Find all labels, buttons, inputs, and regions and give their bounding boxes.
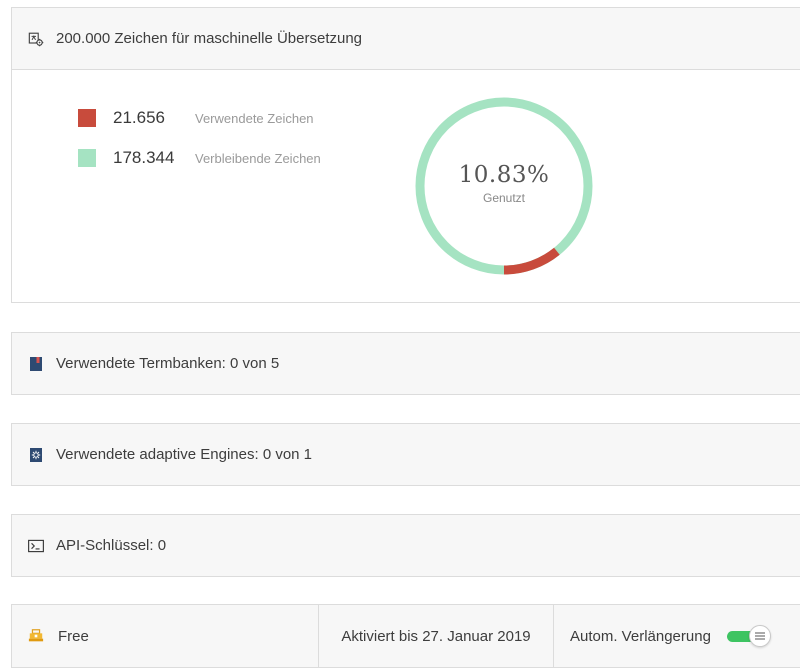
adaptive-engines-card[interactable]: Verwendete adaptive Engines: 0 von 1	[11, 423, 800, 486]
auto-renewal-toggle[interactable]	[726, 625, 771, 647]
api-keys-title: API-Schlüssel: 0	[56, 537, 167, 554]
used-characters-value: 21.656	[113, 108, 165, 127]
plan-card: Free Aktiviert bis 27. Januar 2019 Autom…	[11, 604, 800, 668]
api-keys-header[interactable]: API-Schlüssel: 0	[12, 515, 800, 576]
book-icon	[28, 356, 44, 372]
character-usage-card: 200.000 Zeichen für maschinelle Übersetz…	[11, 7, 800, 303]
remaining-characters-value: 178.344	[113, 148, 175, 167]
character-usage-header: 200.000 Zeichen für maschinelle Übersetz…	[12, 8, 800, 70]
usage-legend: 21.656 Verwendete Zeichen 178.344 Verble…	[78, 108, 321, 188]
adaptive-engines-title: Verwendete adaptive Engines: 0 von 1	[56, 446, 313, 463]
plan-package-icon	[28, 628, 44, 644]
termbanks-title: Verwendete Termbanken: 0 von 5	[56, 355, 280, 372]
character-usage-title: 200.000 Zeichen für maschinelle Übersetz…	[56, 30, 363, 47]
toggle-knob-icon	[748, 625, 771, 647]
usage-percent-caption: Genutzt	[482, 190, 526, 205]
plan-name: Free	[58, 627, 89, 645]
adaptive-engines-header[interactable]: Verwendete adaptive Engines: 0 von 1	[12, 424, 800, 485]
engine-icon	[28, 447, 44, 463]
termbanks-header[interactable]: Verwendete Termbanken: 0 von 5	[12, 333, 800, 394]
remaining-characters-label: Verbleibende Zeichen	[195, 150, 321, 166]
used-color-swatch	[78, 109, 96, 127]
termbanks-card[interactable]: Verwendete Termbanken: 0 von 5	[11, 332, 800, 395]
plan-active-until-cell: Aktiviert bis 27. Januar 2019	[319, 605, 554, 667]
donut-center: 10.83% Genutzt	[414, 96, 594, 276]
legend-used-row: 21.656 Verwendete Zeichen	[78, 108, 321, 128]
translate-gear-icon	[28, 31, 44, 47]
plan-active-until: Aktiviert bis 27. Januar 2019	[341, 627, 531, 645]
api-keys-card[interactable]: API-Schlüssel: 0	[11, 514, 800, 577]
legend-remaining-row: 178.344 Verbleibende Zeichen	[78, 148, 321, 168]
plan-name-cell: Free	[12, 605, 319, 667]
usage-percent: 10.83%	[458, 161, 550, 188]
remaining-color-swatch	[78, 149, 96, 167]
used-characters-label: Verwendete Zeichen	[195, 110, 314, 126]
auto-renewal-label: Autom. Verlängerung	[570, 627, 711, 645]
terminal-icon	[28, 538, 44, 554]
auto-renewal-cell: Autom. Verlängerung	[554, 605, 771, 667]
